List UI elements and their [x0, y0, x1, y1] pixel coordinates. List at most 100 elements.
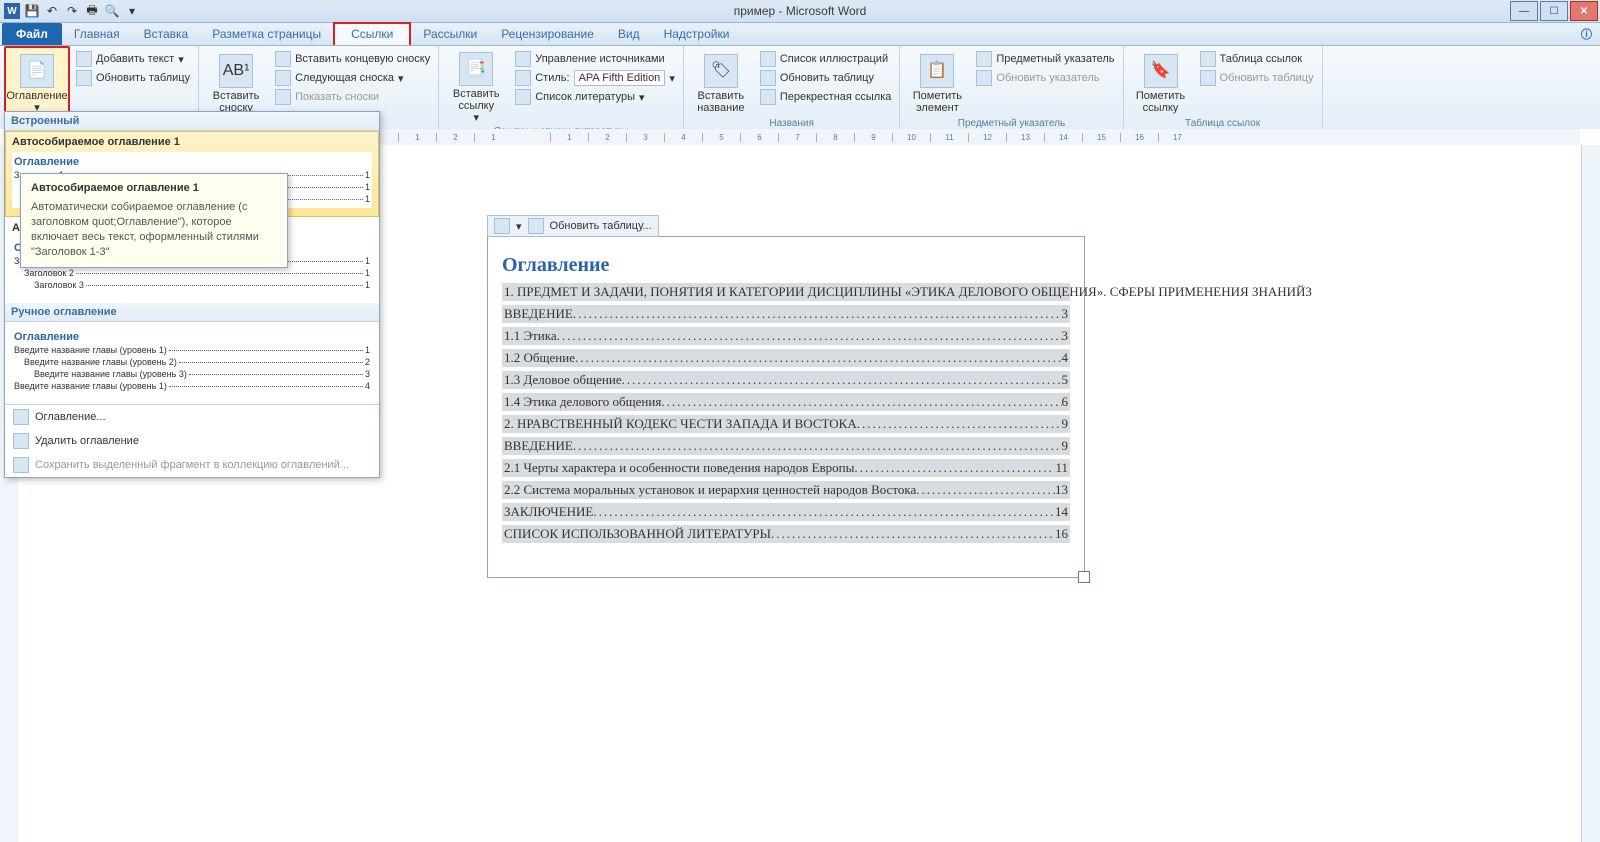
- custom-toc-icon: [13, 409, 29, 425]
- toc-entry[interactable]: СПИСОК ИСПОЛЬЗОВАННОЙ ЛИТЕРАТУРЫ........…: [502, 525, 1070, 543]
- toc-heading: Оглавление: [502, 253, 1070, 277]
- add-text-icon: [76, 51, 92, 67]
- tooltip-body: Автоматически собираемое оглавление (с з…: [31, 200, 277, 259]
- update-index-icon: [976, 70, 992, 86]
- endnote-icon: [275, 51, 291, 67]
- cross-ref-icon: [760, 89, 776, 105]
- next-footnote-button[interactable]: Следующая сноска ▾: [273, 69, 432, 87]
- footnote-icon: AB¹: [219, 54, 253, 88]
- toc-field-update-icon: [528, 218, 544, 234]
- print-icon[interactable]: 🖶: [84, 3, 100, 19]
- tab-addins[interactable]: Надстройки: [652, 24, 742, 45]
- custom-toc-button[interactable]: Оглавление...: [5, 405, 379, 429]
- mark-citation-button[interactable]: 🔖 Пометить ссылку: [1130, 48, 1192, 116]
- toc-entry[interactable]: 2.2 Система моральных установок и иерарх…: [502, 481, 1070, 499]
- toc-field[interactable]: Оглавление 1. ПРЕДМЕТ И ЗАДАЧИ, ПОНЯТИЯ …: [487, 236, 1085, 578]
- close-button[interactable]: ✕: [1570, 1, 1598, 21]
- group-captions: 🏷 Вставить название Список иллюстраций О…: [684, 46, 901, 131]
- authorities-table-button[interactable]: Таблица ссылок: [1198, 50, 1316, 68]
- insert-index-button[interactable]: Предметный указатель: [974, 50, 1116, 68]
- show-footnotes-button: Показать сноски: [273, 88, 432, 106]
- save-toc-button: Сохранить выделенный фрагмент в коллекци…: [5, 453, 379, 477]
- manage-sources-button[interactable]: Управление источниками: [513, 50, 677, 68]
- gallery-header-manual: Ручное оглавление: [5, 303, 379, 322]
- toc-field-update-button[interactable]: Обновить таблицу...: [550, 220, 652, 232]
- title-bar: W 💾 ↶ ↷ 🖶 🔍 ▾ пример - Microsoft Word — …: [0, 0, 1600, 23]
- toc-entry[interactable]: ВВЕДЕНИЕ................................…: [502, 437, 1070, 455]
- gallery-header: Встроенный: [5, 112, 379, 131]
- toc-entry[interactable]: 1.4 Этика делового общения..............…: [502, 393, 1070, 411]
- update-toc-button[interactable]: Обновить таблицу: [74, 69, 192, 87]
- group-index: 📋 Пометить элемент Предметный указатель …: [900, 46, 1123, 131]
- index-icon: [976, 51, 992, 67]
- maximize-button[interactable]: ☐: [1540, 1, 1568, 21]
- toc-entry[interactable]: 2.1 Черты характера и особенности поведе…: [502, 459, 1070, 477]
- insert-footnote-button[interactable]: AB¹ Вставить сноску: [205, 48, 267, 116]
- mark-entry-icon: 📋: [920, 54, 954, 88]
- auth-table-icon: [1200, 51, 1216, 67]
- toc-entry[interactable]: 1.1 Этика...............................…: [502, 327, 1070, 345]
- gallery-footer: Оглавление... Удалить оглавление Сохрани…: [5, 404, 379, 477]
- mark-entry-button[interactable]: 📋 Пометить элемент: [906, 48, 968, 116]
- undo-icon[interactable]: ↶: [44, 3, 60, 19]
- minimize-button[interactable]: —: [1510, 1, 1538, 21]
- toc-entry[interactable]: 1.3 Деловое общение.....................…: [502, 371, 1070, 389]
- cross-reference-button[interactable]: Перекрестная ссылка: [758, 88, 894, 106]
- group-citations: 📑 Вставить ссылку▾ Управление источникам…: [439, 46, 684, 131]
- citation-style-select[interactable]: Стиль: APA Fifth Edition ▾: [513, 69, 677, 87]
- show-footnotes-icon: [275, 89, 291, 105]
- toc-entry[interactable]: 1. ПРЕДМЕТ И ЗАДАЧИ, ПОНЯТИЯ И КАТЕГОРИИ…: [502, 283, 1070, 301]
- toc-field-menu-icon[interactable]: [494, 218, 510, 234]
- bibliography-button[interactable]: Список литературы ▾: [513, 88, 677, 106]
- update-icon: [76, 70, 92, 86]
- group-authorities: 🔖 Пометить ссылку Таблица ссылок Обновит…: [1124, 46, 1323, 131]
- remove-toc-button[interactable]: Удалить оглавление: [5, 429, 379, 453]
- tab-references[interactable]: Ссылки: [333, 22, 411, 45]
- remove-toc-icon: [13, 433, 29, 449]
- tab-review[interactable]: Рецензирование: [489, 24, 606, 45]
- next-footnote-icon: [275, 70, 291, 86]
- update-auth-icon: [1200, 70, 1216, 86]
- update-index-button: Обновить указатель: [974, 69, 1116, 87]
- save-icon[interactable]: 💾: [24, 3, 40, 19]
- window-title: пример - Microsoft Word: [734, 4, 867, 18]
- toc-entry[interactable]: 2. НРАВСТВЕННЫЙ КОДЕКС ЧЕСТИ ЗАПАДА И ВО…: [502, 415, 1070, 433]
- redo-icon[interactable]: ↷: [64, 3, 80, 19]
- toc-button[interactable]: 📄 Оглавление▾: [4, 46, 70, 118]
- tab-home[interactable]: Главная: [62, 24, 132, 45]
- update-figures-button[interactable]: Обновить таблицу: [758, 69, 894, 87]
- caption-icon: 🏷: [704, 54, 738, 88]
- quick-access-toolbar: W 💾 ↶ ↷ 🖶 🔍 ▾: [0, 3, 140, 19]
- preview-icon[interactable]: 🔍: [104, 3, 120, 19]
- qat-more-icon[interactable]: ▾: [124, 3, 140, 19]
- mark-citation-icon: 🔖: [1144, 54, 1178, 88]
- insert-endnote-button[interactable]: Вставить концевую сноску: [273, 50, 432, 68]
- update-authorities-button: Обновить таблицу: [1198, 69, 1316, 87]
- toc-entry[interactable]: ВВЕДЕНИЕ................................…: [502, 305, 1070, 323]
- toc-button-label: Оглавление: [6, 90, 67, 102]
- figures-list-button[interactable]: Список иллюстраций: [758, 50, 894, 68]
- toc-field-toolbar: ▾ Обновить таблицу...: [487, 215, 659, 237]
- word-icon: W: [4, 3, 20, 19]
- resize-handle-icon[interactable]: [1078, 571, 1090, 583]
- figures-icon: [760, 51, 776, 67]
- save-toc-icon: [13, 457, 29, 473]
- tab-layout[interactable]: Разметка страницы: [200, 24, 333, 45]
- toc-entry[interactable]: 1.2 Общение.............................…: [502, 349, 1070, 367]
- tab-mailings[interactable]: Рассылки: [411, 24, 489, 45]
- tab-insert[interactable]: Вставка: [132, 24, 201, 45]
- help-icon[interactable]: ⓘ: [1581, 26, 1592, 42]
- style-icon: [515, 70, 531, 86]
- tooltip-title: Автособираемое оглавление 1: [31, 182, 277, 194]
- gallery-item-manual[interactable]: Оглавление Введите название главы (урове…: [5, 322, 379, 404]
- add-text-button[interactable]: Добавить текст ▾: [74, 50, 192, 68]
- toc-gallery-dropdown: Встроенный Автособираемое оглавление 1 О…: [4, 111, 380, 478]
- tab-view[interactable]: Вид: [606, 24, 652, 45]
- insert-caption-button[interactable]: 🏷 Вставить название: [690, 48, 752, 116]
- insert-citation-button[interactable]: 📑 Вставить ссылку▾: [445, 48, 507, 124]
- toc-entry[interactable]: ЗАКЛЮЧЕНИЕ..............................…: [502, 503, 1070, 521]
- bibliography-icon: [515, 89, 531, 105]
- citation-icon: 📑: [459, 52, 493, 86]
- tab-file[interactable]: Файл: [2, 23, 62, 45]
- vertical-scrollbar[interactable]: [1581, 145, 1600, 842]
